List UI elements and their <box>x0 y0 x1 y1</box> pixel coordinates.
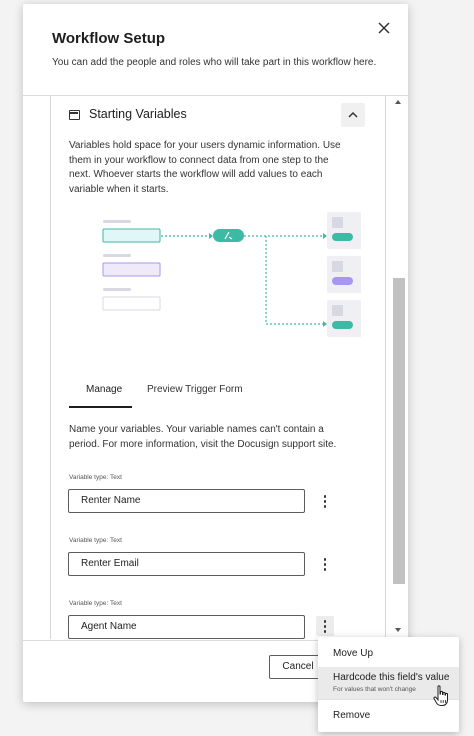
modal-title: Workflow Setup <box>52 30 166 47</box>
illustration-field-empty <box>102 296 161 311</box>
more-vertical-icon <box>323 563 326 566</box>
illustration-arrowhead <box>323 321 327 327</box>
more-vertical-icon <box>323 620 326 623</box>
card-icon <box>69 110 80 120</box>
variable-options-button[interactable] <box>316 554 334 574</box>
illustration-bar <box>103 288 131 291</box>
chevron-up-icon <box>348 111 358 118</box>
menu-item-sublabel: For values that won't change <box>333 686 416 693</box>
variable-options-button-active[interactable] <box>316 616 334 636</box>
illustration-card-square <box>332 305 343 316</box>
illustration-field-teal <box>102 228 161 243</box>
scroll-up-arrow-icon[interactable] <box>395 100 401 104</box>
scrollbar[interactable] <box>393 96 405 639</box>
hand-pointer-icon <box>433 685 448 706</box>
scroll-down-arrow-icon[interactable] <box>395 628 401 632</box>
illustration-card-pill-teal <box>332 321 353 329</box>
tab-preview-trigger-form[interactable]: Preview Trigger Form <box>147 384 243 395</box>
menu-item-label: Remove <box>333 710 371 721</box>
more-vertical-icon <box>323 495 326 498</box>
variable-agent-input[interactable]: Agent Name <box>68 615 305 639</box>
more-vertical-icon <box>323 625 326 628</box>
more-vertical-icon <box>323 558 326 561</box>
illustration-step-pill <box>213 229 244 242</box>
illustration-bar <box>103 254 131 257</box>
menu-item-label: Hardcode this field's value <box>333 672 450 683</box>
menu-item-move-up[interactable]: Move Up <box>318 637 459 667</box>
variable-name-input[interactable]: Renter Name <box>68 489 305 513</box>
illustration-bar <box>103 220 131 223</box>
close-icon <box>378 22 390 34</box>
modal-subtitle: You can add the people and roles who wil… <box>52 57 377 68</box>
workflow-setup-modal: Workflow Setup You can add the people an… <box>23 4 408 702</box>
page: Workflow Setup You can add the people an… <box>0 0 474 736</box>
tab-manage[interactable]: Manage <box>86 384 122 395</box>
illustration-card-pill-teal <box>332 233 353 241</box>
section-title: Starting Variables <box>89 107 187 121</box>
variable-type-label: Variable type: Text <box>69 537 122 544</box>
more-vertical-icon <box>323 630 326 633</box>
more-vertical-icon <box>323 505 326 508</box>
modal-scroll-content: Starting Variables Variables hold space … <box>50 96 386 639</box>
variable-options-button[interactable] <box>316 491 334 511</box>
section-description: Variables hold space for your users dyna… <box>69 140 341 195</box>
more-vertical-icon <box>323 568 326 571</box>
menu-item-label: Move Up <box>333 648 374 659</box>
illustration-card-square <box>332 217 343 228</box>
variables-help-text: Name your variables. Your variable names… <box>69 424 337 450</box>
variable-type-label: Variable type: Text <box>69 474 122 481</box>
illustration-card-pill-purple <box>332 277 353 285</box>
active-tab-indicator <box>69 406 132 408</box>
variables-illustration <box>102 212 361 337</box>
illustration-card-square <box>332 261 343 272</box>
scrollbar-thumb[interactable] <box>393 278 405 584</box>
illustration-arrowhead <box>323 233 327 239</box>
variable-email-input[interactable]: Renter Email <box>68 552 305 576</box>
illustration-field-purple <box>102 262 161 277</box>
more-vertical-icon <box>323 500 326 503</box>
variable-type-label: Variable type: Text <box>69 600 122 607</box>
collapse-section-button[interactable] <box>341 103 365 127</box>
illustration-arrowhead <box>209 233 213 239</box>
close-button[interactable] <box>375 19 393 37</box>
